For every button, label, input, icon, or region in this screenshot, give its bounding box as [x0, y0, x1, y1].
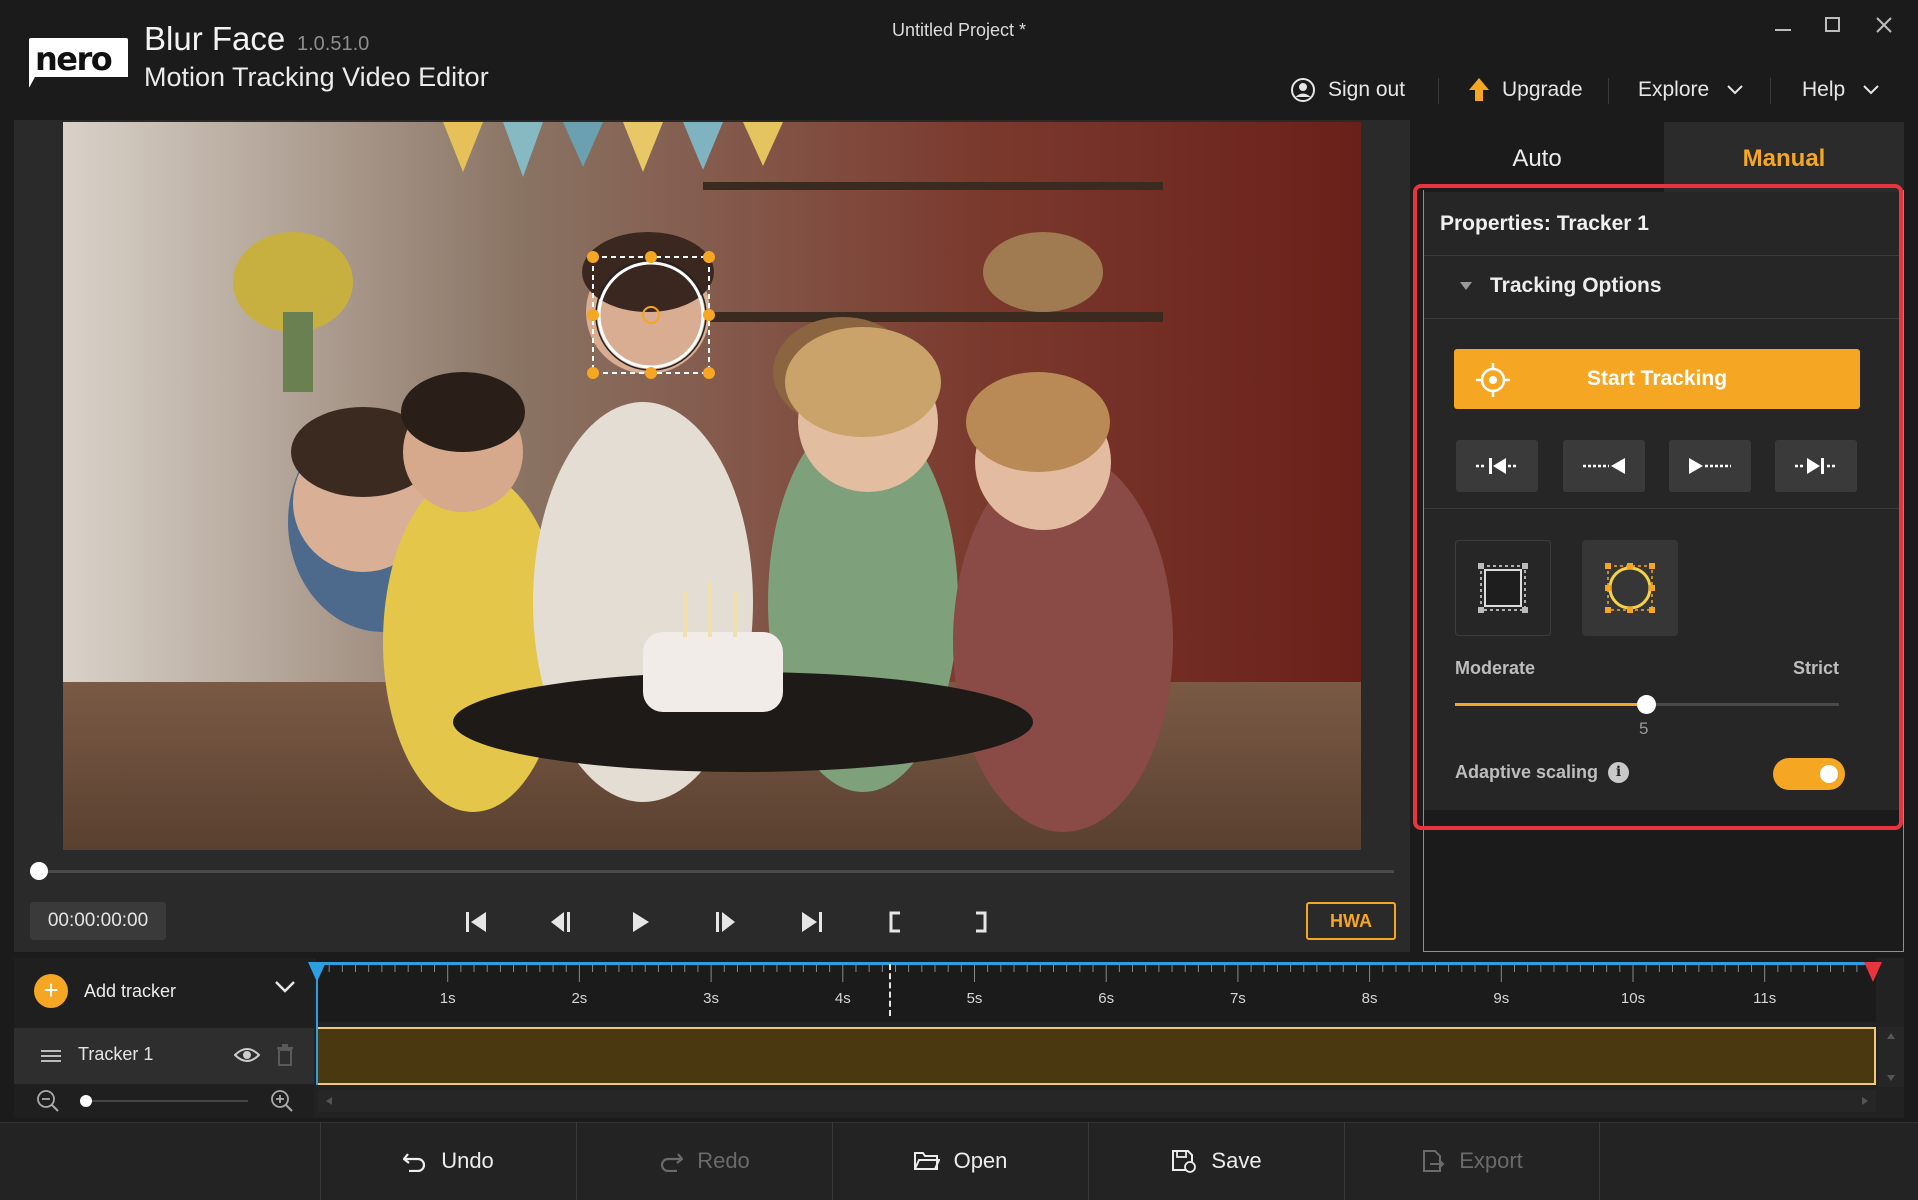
maximize-button[interactable] — [1813, 12, 1853, 46]
video-frame-image — [63, 122, 1361, 850]
trash-icon[interactable] — [276, 1044, 294, 1071]
ruler-tick-label: 5s — [966, 990, 983, 1007]
export-label: Export — [1459, 1148, 1523, 1173]
redo-button[interactable]: Redo — [576, 1122, 832, 1200]
mark-out-icon — [976, 911, 987, 933]
ruler-tick-label: 7s — [1229, 990, 1246, 1007]
maximize-icon — [1825, 17, 1840, 32]
ruler-tick-label: 1s — [439, 990, 456, 1007]
play-icon — [633, 912, 649, 932]
user-icon — [1290, 77, 1316, 103]
scrub-handle[interactable] — [30, 862, 48, 880]
horizontal-scrollbar[interactable] — [318, 1090, 1876, 1112]
redo-label: Redo — [697, 1148, 750, 1173]
folder-icon — [913, 1150, 940, 1172]
undo-icon — [403, 1150, 427, 1172]
upgrade-arrow-icon — [1468, 77, 1490, 103]
end-marker[interactable] — [1864, 962, 1882, 982]
sign-out-label: Sign out — [1328, 78, 1406, 101]
chevron-down-icon — [275, 981, 295, 993]
ruler-tick-label: 2s — [571, 990, 588, 1007]
add-tracker-label: Add tracker — [84, 980, 177, 1001]
scrub-bar[interactable] — [36, 870, 1394, 873]
minimize-button[interactable] — [1763, 12, 1803, 46]
go-to-end-button[interactable] — [790, 903, 834, 941]
mark-in-icon — [889, 911, 900, 933]
chevron-down-icon — [1863, 85, 1879, 95]
timeline-range-bar — [316, 962, 1874, 965]
ruler-tick-label: 6s — [1098, 990, 1115, 1007]
zoom-in-icon[interactable] — [270, 1089, 294, 1118]
skip-to-start-icon — [466, 912, 486, 932]
ruler-tick-label: 11s — [1753, 990, 1777, 1007]
nav-divider — [1770, 78, 1771, 104]
play-button[interactable] — [618, 903, 662, 941]
skip-to-end-icon — [802, 912, 822, 932]
next-frame-button[interactable] — [704, 903, 748, 941]
step-forward-icon — [716, 912, 735, 932]
mark-out-button[interactable] — [958, 903, 1002, 941]
highlight-box — [1413, 184, 1903, 830]
open-button[interactable]: Open — [832, 1122, 1088, 1200]
open-label: Open — [953, 1148, 1008, 1173]
ruler-tick-label: 9s — [1493, 990, 1510, 1007]
help-menu[interactable]: Help — [1802, 72, 1879, 108]
upgrade-link[interactable]: Upgrade — [1468, 72, 1583, 108]
add-tracker-button[interactable]: + Add tracker — [34, 974, 176, 1008]
go-to-start-button[interactable] — [454, 903, 498, 941]
explore-menu[interactable]: Explore — [1638, 72, 1743, 108]
nav-divider — [1438, 78, 1439, 104]
logo-text: nero — [35, 40, 113, 78]
ruler-tick-label: 3s — [703, 990, 720, 1007]
explore-label: Explore — [1638, 78, 1710, 101]
ruler-tick-label: 8s — [1361, 990, 1378, 1007]
save-label: Save — [1211, 1148, 1262, 1173]
mark-in-button[interactable] — [874, 903, 918, 941]
zoom-out-icon[interactable] — [36, 1089, 60, 1118]
zoom-slider-track[interactable] — [82, 1100, 248, 1102]
export-button[interactable]: Export — [1344, 1122, 1600, 1200]
save-button[interactable]: Save — [1088, 1122, 1344, 1200]
eye-icon[interactable] — [233, 1046, 261, 1069]
save-icon — [1171, 1149, 1197, 1173]
redo-icon — [659, 1150, 684, 1172]
hwa-button[interactable]: HWA — [1306, 902, 1396, 940]
drag-handle-icon[interactable] — [41, 1049, 61, 1068]
marker-line — [889, 964, 891, 1016]
minimize-icon — [1775, 29, 1791, 31]
project-title: Untitled Project * — [891, 20, 1027, 40]
ruler-tick-label: 10s — [1620, 990, 1646, 1007]
vertical-scrollbar[interactable] — [1878, 1027, 1904, 1087]
ruler-tick-label: 4s — [834, 990, 851, 1007]
playhead-line — [316, 965, 318, 1085]
timecode-display: 00:00:00:00 — [30, 902, 166, 940]
close-icon — [1876, 17, 1892, 33]
step-back-icon — [551, 912, 570, 932]
undo-button[interactable]: Undo — [320, 1122, 576, 1200]
undo-label: Undo — [441, 1148, 494, 1173]
upgrade-label: Upgrade — [1502, 78, 1583, 101]
export-icon — [1421, 1149, 1445, 1173]
close-window-button[interactable] — [1864, 12, 1904, 46]
tracker-clip[interactable] — [318, 1027, 1876, 1085]
sign-out-link[interactable]: Sign out — [1290, 72, 1405, 108]
zoom-slider-handle[interactable] — [80, 1095, 92, 1107]
playhead-handle[interactable] — [308, 962, 326, 982]
chevron-down-icon — [1727, 85, 1743, 95]
title-bar — [0, 0, 1918, 120]
plus-icon: + — [34, 974, 68, 1008]
nav-divider — [1608, 78, 1609, 104]
add-tracker-dropdown[interactable] — [274, 980, 296, 999]
app-subtitle: Motion Tracking Video Editor — [144, 62, 489, 92]
help-label: Help — [1802, 78, 1846, 101]
video-preview[interactable] — [63, 122, 1361, 850]
track-name: Tracker 1 — [78, 1044, 154, 1064]
previous-frame-button[interactable] — [538, 903, 582, 941]
